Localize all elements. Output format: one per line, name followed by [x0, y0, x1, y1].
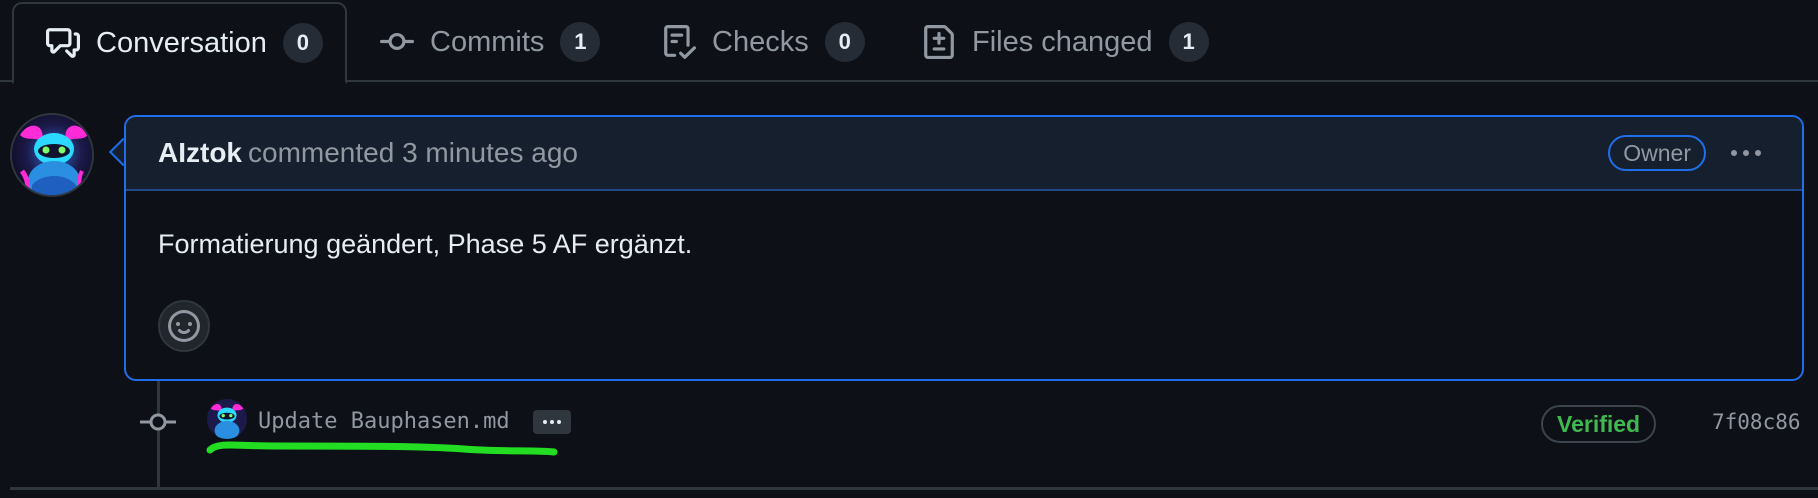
tab-checks[interactable]: Checks 0: [662, 2, 865, 82]
timeline-divider: [10, 487, 1818, 490]
tab-checks-count: 0: [824, 22, 865, 62]
pull-request-page: Conversation 0 Commits 1 Checks 0 Files …: [0, 0, 1818, 498]
commit-author-avatar[interactable]: [207, 399, 247, 439]
comment-author[interactable]: AIztok: [158, 137, 242, 169]
tab-commits-count: 1: [560, 22, 601, 62]
green-underline-annotation: [206, 441, 558, 456]
git-commit-icon: [140, 410, 176, 434]
checklist-icon: [662, 25, 696, 59]
comment-timestamp[interactable]: commented 3 minutes ago: [248, 137, 578, 169]
tab-files-changed-label: Files changed: [972, 25, 1153, 58]
tab-files-changed[interactable]: Files changed 1: [922, 2, 1209, 82]
tab-commits-label: Commits: [430, 25, 545, 58]
tab-conversation[interactable]: Conversation 0: [12, 2, 347, 84]
tab-conversation-count: 0: [282, 23, 323, 63]
commit-message-link[interactable]: Update Bauphasen.md: [258, 409, 510, 434]
file-diff-icon: [922, 25, 956, 59]
git-commit-icon: [380, 25, 414, 59]
comment-header: AIztok commented 3 minutes ago Owner: [126, 117, 1802, 191]
verified-badge[interactable]: Verified: [1541, 405, 1657, 443]
comment-discussion-icon: [46, 26, 80, 60]
tab-files-changed-count: 1: [1168, 22, 1209, 62]
add-reaction-button[interactable]: [158, 300, 210, 352]
author-avatar[interactable]: [10, 113, 94, 197]
tab-conversation-label: Conversation: [96, 26, 267, 59]
commit-sha-link[interactable]: 7f08c86: [1712, 410, 1801, 434]
owner-badge: Owner: [1608, 135, 1706, 171]
kebab-horizontal-icon[interactable]: [1726, 137, 1766, 169]
comment-box: AIztok commented 3 minutes ago Owner For…: [124, 115, 1804, 381]
pr-tab-bar: Conversation 0 Commits 1 Checks 0 Files …: [0, 0, 1818, 84]
tab-commits[interactable]: Commits 1: [380, 2, 601, 82]
commit-expand-button[interactable]: [533, 410, 571, 434]
comment-body: Formatierung geändert, Phase 5 AF ergänz…: [158, 229, 693, 259]
smiley-icon: [168, 310, 200, 342]
tab-checks-label: Checks: [712, 25, 809, 58]
